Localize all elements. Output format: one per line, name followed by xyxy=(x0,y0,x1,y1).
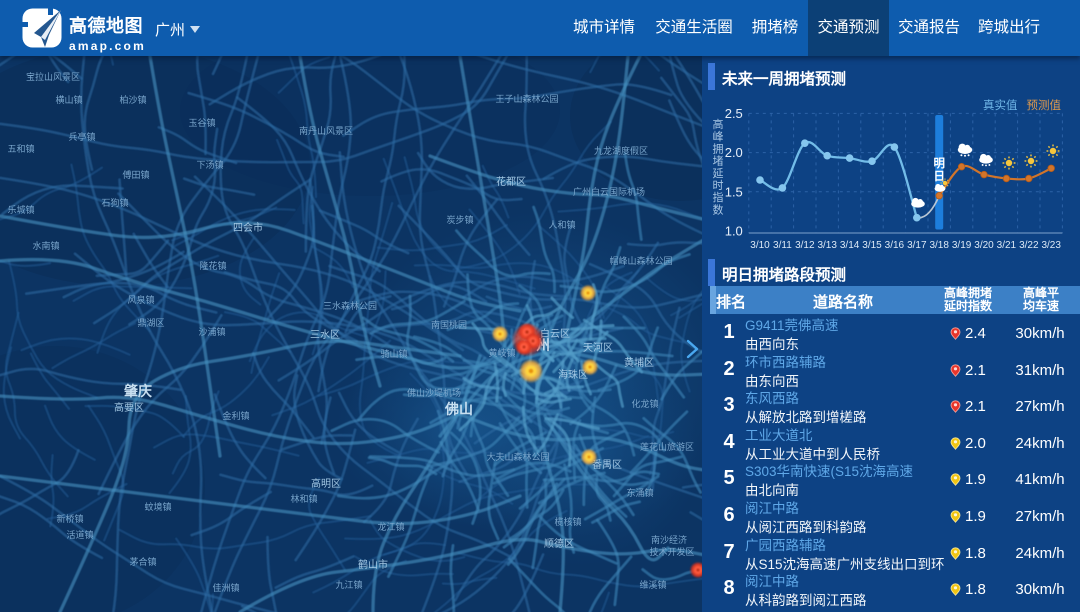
svg-text:1.0: 1.0 xyxy=(725,224,743,239)
svg-text:黄埔区: 黄埔区 xyxy=(624,356,654,369)
svg-text:3/13: 3/13 xyxy=(817,240,837,251)
svg-text:时: 时 xyxy=(713,179,724,192)
svg-text:下汤镇: 下汤镇 xyxy=(196,159,223,170)
svg-text:3/12: 3/12 xyxy=(795,240,815,251)
svg-text:新桥镇: 新桥镇 xyxy=(56,513,83,524)
svg-text:林和镇: 林和镇 xyxy=(290,493,317,504)
svg-text:榄核镇: 榄核镇 xyxy=(554,516,581,527)
svg-text:王子山森林公园: 王子山森林公园 xyxy=(495,93,558,104)
svg-text:堵: 堵 xyxy=(713,154,724,168)
svg-text:四会市: 四会市 xyxy=(233,221,263,234)
svg-text:沙浦镇: 沙浦镇 xyxy=(198,326,225,337)
svg-text:天河区: 天河区 xyxy=(583,342,613,354)
svg-text:骑山镇: 骑山镇 xyxy=(380,348,407,359)
svg-text:东涌镇: 东涌镇 xyxy=(626,487,653,498)
svg-text:2.5: 2.5 xyxy=(725,106,743,121)
svg-text:九龙湖度假区: 九龙湖度假区 xyxy=(594,145,648,156)
svg-text:3/11: 3/11 xyxy=(773,240,792,251)
svg-text:峰: 峰 xyxy=(713,130,724,143)
svg-text:化龙镇: 化龙镇 xyxy=(631,398,658,409)
svg-text:南国桃园: 南国桃园 xyxy=(431,319,467,330)
svg-text:3/17: 3/17 xyxy=(907,240,927,251)
svg-text:黄岐镇: 黄岐镇 xyxy=(488,347,515,358)
svg-text:3/18: 3/18 xyxy=(929,240,949,251)
svg-text:风泉镇: 风泉镇 xyxy=(127,294,154,305)
svg-text:南沙经济: 南沙经济 xyxy=(651,534,687,545)
svg-text:大夫山森林公园: 大夫山森林公园 xyxy=(486,451,549,462)
svg-text:玉谷镇: 玉谷镇 xyxy=(188,117,215,128)
svg-text:日: 日 xyxy=(933,170,945,183)
svg-text:佳洲镇: 佳洲镇 xyxy=(212,582,239,593)
svg-text:技术开发区: 技术开发区 xyxy=(649,546,694,557)
svg-text:炭步镇: 炭步镇 xyxy=(446,214,473,225)
svg-text:茅合镇: 茅合镇 xyxy=(129,556,156,567)
svg-text:3/23: 3/23 xyxy=(1041,240,1061,251)
svg-text:石狗镇: 石狗镇 xyxy=(101,197,128,208)
svg-text:3/15: 3/15 xyxy=(862,240,882,251)
svg-text:乐城镇: 乐城镇 xyxy=(7,204,34,215)
svg-text:柏沙镇: 柏沙镇 xyxy=(119,94,146,105)
svg-text:水南镇: 水南镇 xyxy=(32,240,59,251)
svg-text:3/22: 3/22 xyxy=(1019,240,1039,251)
svg-text:鼎湖区: 鼎湖区 xyxy=(137,318,164,328)
svg-text:帽峰山森林公园: 帽峰山森林公园 xyxy=(609,255,672,266)
svg-text:佛山: 佛山 xyxy=(444,401,473,417)
svg-text:隆花镇: 隆花镇 xyxy=(199,260,226,271)
svg-text:3/10: 3/10 xyxy=(750,240,770,251)
svg-text:数: 数 xyxy=(713,203,724,216)
svg-text:3/21: 3/21 xyxy=(997,240,1017,251)
svg-text:人和镇: 人和镇 xyxy=(548,219,575,230)
svg-text:高: 高 xyxy=(713,117,724,131)
svg-text:佛山沙堤机场: 佛山沙堤机场 xyxy=(407,387,461,398)
svg-text:3/20: 3/20 xyxy=(974,240,994,251)
svg-text:维溪镇: 维溪镇 xyxy=(639,579,666,590)
svg-text:兵亭镇: 兵亭镇 xyxy=(68,131,95,142)
svg-text:指: 指 xyxy=(713,190,724,204)
svg-text:高明区: 高明区 xyxy=(311,477,341,490)
svg-text:龙江镇: 龙江镇 xyxy=(377,521,404,532)
svg-text:广州白云国际机场: 广州白云国际机场 xyxy=(573,186,645,197)
svg-text:肇庆: 肇庆 xyxy=(124,383,152,399)
svg-text:3/14: 3/14 xyxy=(840,240,860,251)
svg-text:拥: 拥 xyxy=(713,141,724,155)
svg-text:3/16: 3/16 xyxy=(885,240,905,251)
svg-text:五和镇: 五和镇 xyxy=(7,143,34,154)
svg-text:明: 明 xyxy=(933,156,945,170)
svg-text:宝拉山风景区: 宝拉山风景区 xyxy=(26,71,80,82)
svg-text:花都区: 花都区 xyxy=(496,175,526,188)
svg-text:2.0: 2.0 xyxy=(725,145,743,160)
svg-text:金利镇: 金利镇 xyxy=(222,410,249,421)
svg-text:南丹山风景区: 南丹山风景区 xyxy=(299,125,353,136)
svg-text:鹤山市: 鹤山市 xyxy=(358,558,388,571)
svg-text:横山镇: 横山镇 xyxy=(55,94,82,105)
svg-text:高要区: 高要区 xyxy=(114,401,144,414)
svg-text:顺德区: 顺德区 xyxy=(544,537,574,550)
svg-text:三水森林公园: 三水森林公园 xyxy=(323,300,377,311)
svg-text:莲花山旅游区: 莲花山旅游区 xyxy=(640,441,694,452)
svg-text:3/19: 3/19 xyxy=(952,240,972,251)
svg-text:九江镇: 九江镇 xyxy=(335,579,362,590)
svg-text:活道镇: 活道镇 xyxy=(66,529,93,540)
svg-text:1.5: 1.5 xyxy=(725,184,743,199)
svg-text:蚊境镇: 蚊境镇 xyxy=(144,501,171,512)
svg-text:三水区: 三水区 xyxy=(310,329,340,341)
svg-text:傅田镇: 傅田镇 xyxy=(122,169,149,180)
svg-text:延: 延 xyxy=(713,167,724,180)
